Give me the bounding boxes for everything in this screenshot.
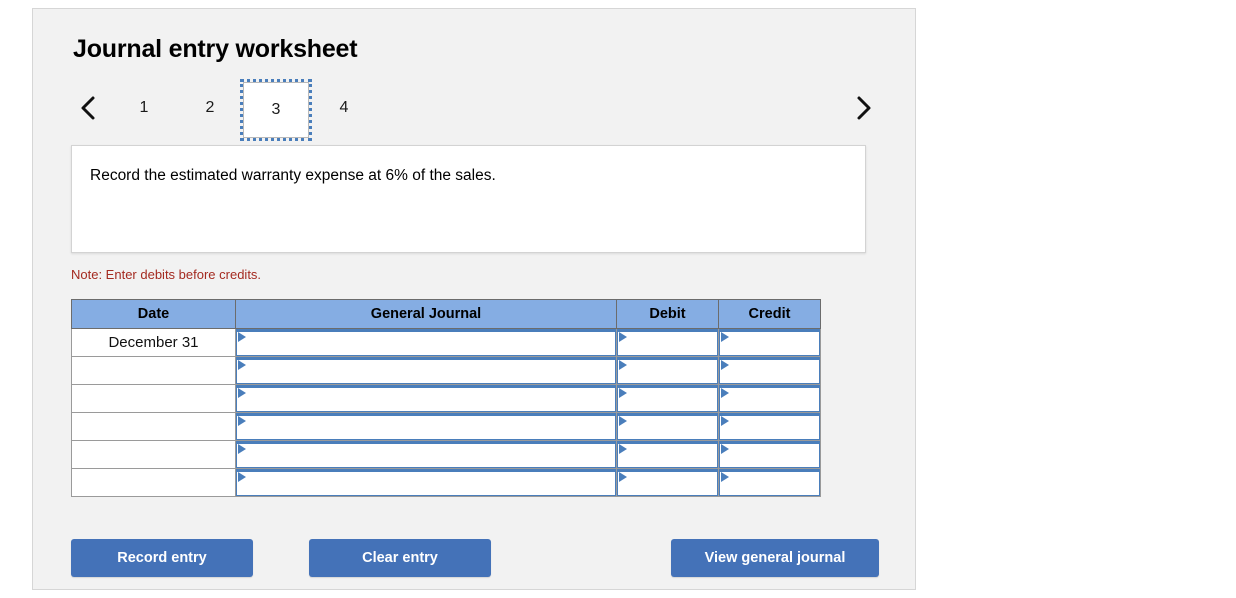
dropdown-arrow-icon <box>619 360 627 370</box>
instruction-text: Record the estimated warranty expense at… <box>90 167 496 184</box>
dropdown-arrow-icon <box>721 416 729 426</box>
credit-cell <box>718 328 821 357</box>
general-journal-cell <box>235 384 617 413</box>
credit-input[interactable] <box>719 413 820 440</box>
debit-cell <box>616 412 719 441</box>
dropdown-arrow-icon <box>238 444 246 454</box>
journal-entry-table: Date General Journal Debit Credit Decemb… <box>71 299 821 497</box>
table-row: December 31 <box>71 328 821 357</box>
dropdown-arrow-icon <box>238 416 246 426</box>
credit-input[interactable] <box>719 357 820 384</box>
tab-page-3[interactable]: 3 <box>240 79 312 141</box>
table-header-row: Date General Journal Debit Credit <box>71 299 821 329</box>
debit-cell <box>616 356 719 385</box>
tab-label: 2 <box>205 99 215 116</box>
column-header-credit: Credit <box>718 299 821 329</box>
worksheet-panel: Journal entry worksheet 1 2 3 4 Record t… <box>32 8 916 590</box>
credit-input[interactable] <box>719 441 820 468</box>
debit-cell <box>616 328 719 357</box>
debit-cell <box>616 384 719 413</box>
general-journal-cell <box>235 356 617 385</box>
credit-input[interactable] <box>719 385 820 412</box>
record-entry-button[interactable]: Record entry <box>71 539 253 577</box>
dropdown-arrow-icon <box>238 360 246 370</box>
next-page-button[interactable] <box>847 85 881 131</box>
view-general-journal-button[interactable]: View general journal <box>671 539 879 577</box>
dropdown-arrow-icon <box>721 332 729 342</box>
debit-input[interactable] <box>617 357 718 384</box>
dropdown-arrow-icon <box>721 444 729 454</box>
dropdown-arrow-icon <box>721 472 729 482</box>
credit-cell <box>718 440 821 469</box>
general-journal-input[interactable] <box>236 441 616 468</box>
table-row <box>71 384 821 413</box>
credit-cell <box>718 468 821 497</box>
tab-label: 4 <box>339 99 349 116</box>
debit-input[interactable] <box>617 441 718 468</box>
dropdown-arrow-icon <box>619 388 627 398</box>
dropdown-arrow-icon <box>619 444 627 454</box>
date-cell[interactable] <box>71 356 236 385</box>
column-header-date: Date <box>71 299 236 329</box>
debit-input[interactable] <box>617 385 718 412</box>
dropdown-arrow-icon <box>238 388 246 398</box>
column-header-general-journal: General Journal <box>235 299 617 329</box>
general-journal-input[interactable] <box>236 357 616 384</box>
table-row <box>71 440 821 469</box>
date-cell[interactable] <box>71 412 236 441</box>
dropdown-arrow-icon <box>619 472 627 482</box>
credit-input[interactable] <box>719 469 820 496</box>
table-row <box>71 356 821 385</box>
dropdown-arrow-icon <box>238 332 246 342</box>
general-journal-cell <box>235 328 617 357</box>
debit-input[interactable] <box>617 413 718 440</box>
credit-cell <box>718 412 821 441</box>
credit-cell <box>718 384 821 413</box>
general-journal-input[interactable] <box>236 469 616 496</box>
general-journal-input[interactable] <box>236 413 616 440</box>
column-header-debit: Debit <box>616 299 719 329</box>
dropdown-arrow-icon <box>619 332 627 342</box>
general-journal-input[interactable] <box>236 385 616 412</box>
tab-page-4[interactable]: 4 <box>311 85 377 131</box>
debit-cell <box>616 468 719 497</box>
debit-input[interactable] <box>617 469 718 496</box>
dropdown-arrow-icon <box>619 416 627 426</box>
dropdown-arrow-icon <box>721 360 729 370</box>
tab-page-2[interactable]: 2 <box>177 85 243 131</box>
table-row <box>71 468 821 497</box>
tab-label: 1 <box>139 99 149 116</box>
general-journal-cell <box>235 468 617 497</box>
debit-cell <box>616 440 719 469</box>
date-cell[interactable]: December 31 <box>71 328 236 357</box>
general-journal-cell <box>235 412 617 441</box>
tab-label: 3 <box>271 101 281 118</box>
table-row <box>71 412 821 441</box>
dropdown-arrow-icon <box>238 472 246 482</box>
instruction-box: Record the estimated warranty expense at… <box>71 145 866 253</box>
general-journal-input[interactable] <box>236 329 616 356</box>
page-title: Journal entry worksheet <box>73 35 358 63</box>
clear-entry-button[interactable]: Clear entry <box>309 539 491 577</box>
credit-cell <box>718 356 821 385</box>
debits-before-credits-note: Note: Enter debits before credits. <box>71 267 262 282</box>
chevron-left-icon <box>80 95 96 121</box>
date-cell[interactable] <box>71 384 236 413</box>
tab-page-1[interactable]: 1 <box>111 85 177 131</box>
worksheet-pager: 1 2 3 4 <box>71 79 881 141</box>
date-cell[interactable] <box>71 440 236 469</box>
chevron-right-icon <box>856 95 872 121</box>
dropdown-arrow-icon <box>721 388 729 398</box>
general-journal-cell <box>235 440 617 469</box>
debit-input[interactable] <box>617 329 718 356</box>
previous-page-button[interactable] <box>71 85 105 131</box>
date-cell[interactable] <box>71 468 236 497</box>
credit-input[interactable] <box>719 329 820 356</box>
